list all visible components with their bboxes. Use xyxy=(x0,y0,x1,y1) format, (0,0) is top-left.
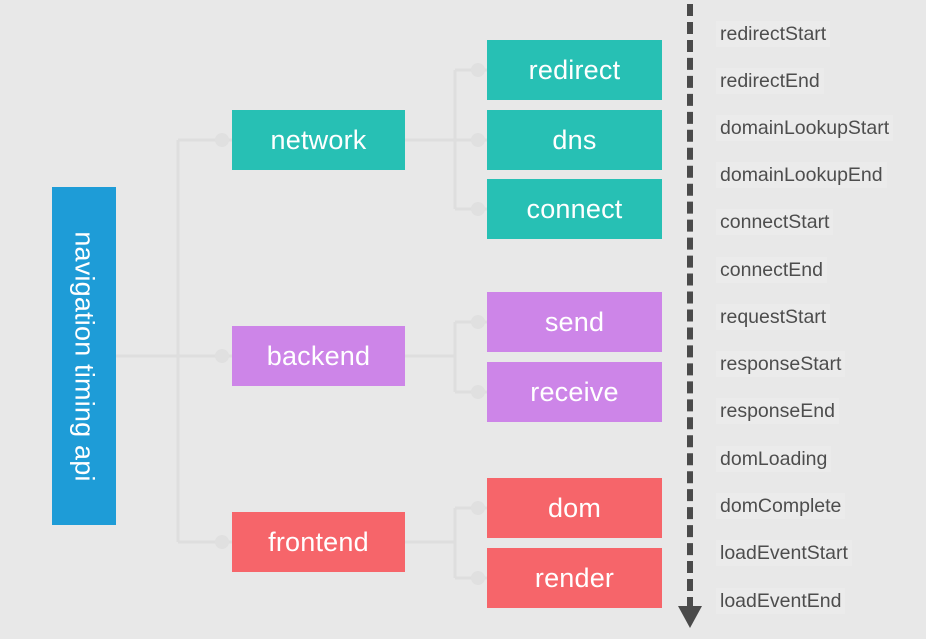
node-navigation-timing-api[interactable]: navigation timing api xyxy=(52,187,116,525)
node-receive[interactable]: receive xyxy=(487,362,662,422)
timeline-event-responseend: responseEnd xyxy=(716,398,839,424)
timeline-event-loadeventend: loadEventEnd xyxy=(716,588,846,614)
node-label: redirect xyxy=(528,54,621,85)
timeline-event-loadeventstart: loadEventStart xyxy=(716,540,852,566)
timeline-event-requeststart: requestStart xyxy=(716,304,831,330)
timeline-event-connectstart: connectStart xyxy=(716,209,834,235)
node-label: render xyxy=(534,562,615,593)
timeline-event-domcomplete: domComplete xyxy=(716,493,846,519)
node-label: dom xyxy=(547,492,602,523)
node-redirect[interactable]: redirect xyxy=(487,40,662,100)
node-label: network xyxy=(270,124,367,155)
diagram-canvas: navigation timing api network backend fr… xyxy=(0,0,926,639)
timeline-event-domainlookupstart: domainLookupStart xyxy=(716,115,894,141)
node-label: dns xyxy=(552,124,597,155)
node-network[interactable]: network xyxy=(232,110,405,170)
node-dns[interactable]: dns xyxy=(487,110,662,170)
node-dom[interactable]: dom xyxy=(487,478,662,538)
node-frontend[interactable]: frontend xyxy=(232,512,405,572)
junction-dot xyxy=(471,385,485,399)
timeline-event-domainlookupend: domainLookupEnd xyxy=(716,162,887,188)
node-backend[interactable]: backend xyxy=(232,326,405,386)
timeline-event-connectend: connectEnd xyxy=(716,257,827,283)
junction-dot xyxy=(471,501,485,515)
junction-dot xyxy=(471,202,485,216)
node-label: send xyxy=(544,306,605,337)
junction-dot xyxy=(215,133,229,147)
node-label: frontend xyxy=(268,526,369,557)
junction-dot xyxy=(471,133,485,147)
timeline-arrow-icon xyxy=(678,606,702,628)
junction-dot xyxy=(471,63,485,77)
node-render[interactable]: render xyxy=(487,548,662,608)
node-label: backend xyxy=(266,340,371,371)
node-send[interactable]: send xyxy=(487,292,662,352)
junction-dot xyxy=(471,571,485,585)
node-label: navigation timing api xyxy=(69,230,100,482)
timeline-event-redirectend: redirectEnd xyxy=(716,68,824,94)
junction-dot xyxy=(215,535,229,549)
node-connect[interactable]: connect xyxy=(487,179,662,239)
node-label: receive xyxy=(530,376,619,407)
timeline-event-domloading: domLoading xyxy=(716,446,832,472)
timeline-dashed-line xyxy=(687,4,693,609)
timeline-event-redirectstart: redirectStart xyxy=(716,21,831,47)
junction-dot xyxy=(215,349,229,363)
timeline-event-responsestart: responseStart xyxy=(716,351,846,377)
junction-dot xyxy=(471,315,485,329)
node-label: connect xyxy=(526,193,623,224)
